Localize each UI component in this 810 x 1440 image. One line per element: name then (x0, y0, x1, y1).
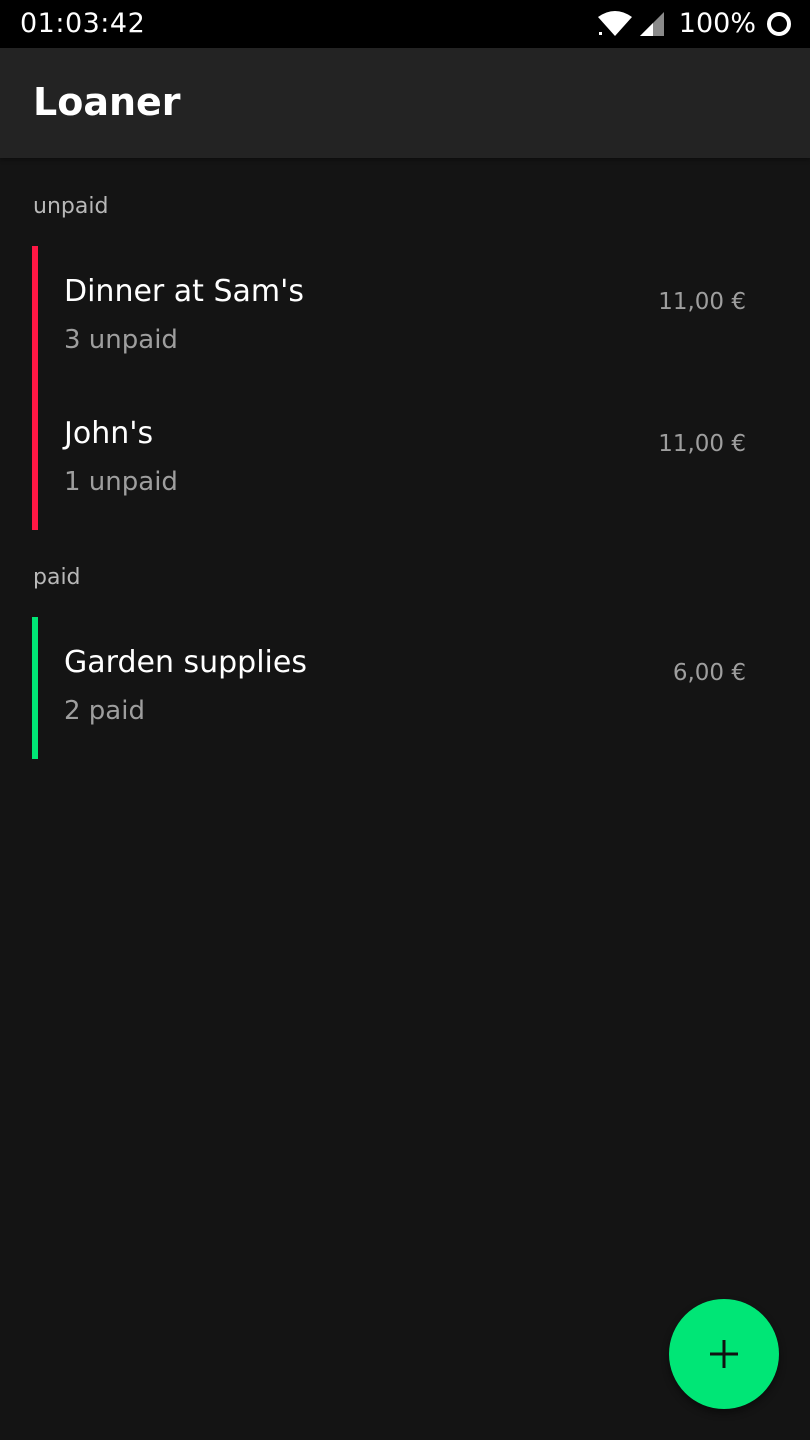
list-item[interactable]: John's 1 unpaid 11,00 € (32, 388, 778, 530)
status-time: 01:03:42 (20, 8, 146, 39)
item-title: Dinner at Sam's (64, 274, 304, 309)
item-status: 3 unpaid (64, 325, 178, 355)
status-indicators: 100% (597, 8, 792, 40)
section-header-paid: paid (33, 565, 81, 590)
item-status: 1 unpaid (64, 467, 178, 497)
section-header-unpaid: unpaid (33, 194, 109, 219)
item-amount: 11,00 € (658, 289, 746, 315)
item-amount: 11,00 € (658, 431, 746, 457)
screen: 01:03:42 100% Loaner unpaid Dinner at Sa… (0, 0, 810, 1440)
item-title: Garden supplies (64, 645, 307, 680)
list-item[interactable]: Dinner at Sam's 3 unpaid 11,00 € (32, 246, 778, 388)
paid-group: Garden supplies 2 paid 6,00 € (32, 617, 778, 759)
add-loan-button[interactable] (669, 1299, 779, 1409)
battery-percent: 100% (678, 8, 756, 39)
battery-saver-icon (766, 11, 792, 37)
item-title: John's (64, 416, 154, 451)
app-bar: Loaner (0, 48, 810, 158)
list-item[interactable]: Garden supplies 2 paid 6,00 € (32, 617, 778, 759)
app-title: Loaner (33, 80, 181, 124)
cell-signal-icon (639, 11, 665, 37)
wifi-icon (597, 10, 633, 38)
unpaid-group: Dinner at Sam's 3 unpaid 11,00 € John's … (32, 246, 778, 530)
item-status: 2 paid (64, 696, 145, 726)
plus-icon (709, 1339, 739, 1369)
item-amount: 6,00 € (672, 660, 746, 686)
status-bar: 01:03:42 100% (0, 0, 810, 48)
